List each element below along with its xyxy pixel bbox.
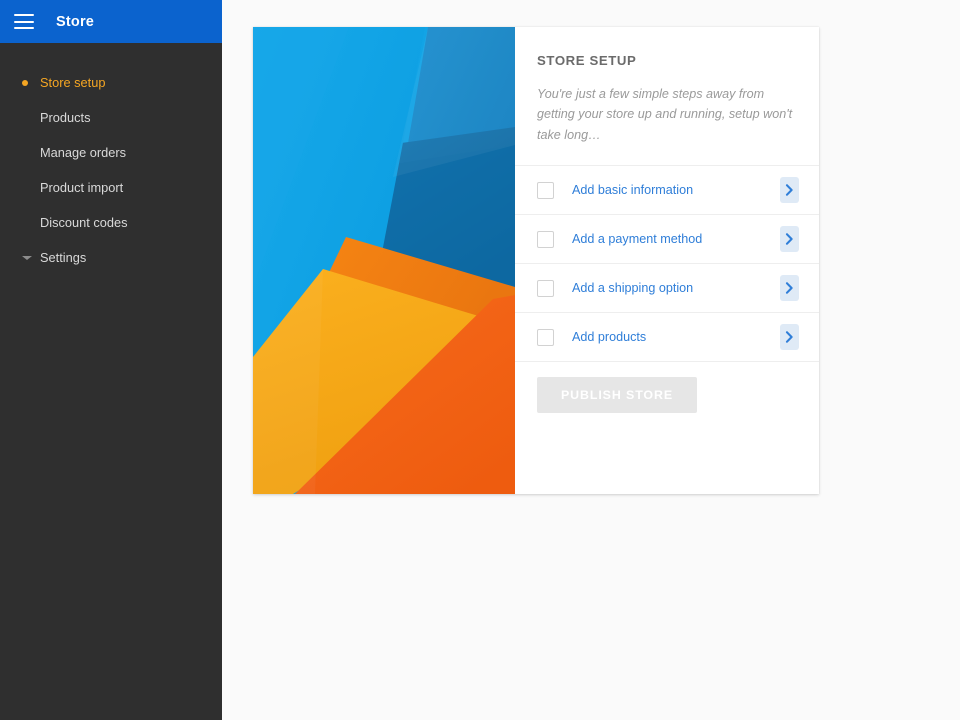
sidebar-item-manage-orders[interactable]: Manage orders <box>0 135 222 170</box>
caret-down-icon <box>22 255 40 260</box>
sidebar-item-discount-codes[interactable]: Discount codes <box>0 205 222 240</box>
card-header: STORE SETUP You're just a few simple ste… <box>515 27 819 167</box>
step-label: Add a payment method <box>572 232 703 247</box>
app-root: Store Store setup Products Manage orders… <box>0 0 960 720</box>
card-body: STORE SETUP You're just a few simple ste… <box>515 27 819 494</box>
abstract-geometry-illustration <box>253 27 515 494</box>
setup-steps-list: Add basic information Add a payment meth… <box>515 166 819 363</box>
app-title: Store <box>56 13 95 30</box>
step-checkbox[interactable] <box>537 328 554 346</box>
sidebar-item-settings[interactable]: Settings <box>0 240 222 275</box>
list-item[interactable]: Add a payment method <box>515 215 819 265</box>
sidebar-item-label: Product import <box>40 180 124 195</box>
main-content: STORE SETUP You're just a few simple ste… <box>222 0 960 720</box>
step-label: Add basic information <box>572 183 694 198</box>
step-checkbox[interactable] <box>537 279 554 297</box>
hero-artwork <box>253 27 515 494</box>
store-setup-card: STORE SETUP You're just a few simple ste… <box>253 27 819 494</box>
top-app-bar: Store <box>0 0 222 43</box>
chevron-right-icon[interactable] <box>780 177 799 204</box>
sidebar-item-product-import[interactable]: Product import <box>0 170 222 205</box>
sidebar: Store Store setup Products Manage orders… <box>0 0 222 720</box>
publish-store-button[interactable]: PUBLISH STORE <box>537 377 697 414</box>
sidebar-item-label: Discount codes <box>40 215 128 230</box>
chevron-right-icon[interactable] <box>780 226 799 253</box>
hamburger-menu-icon[interactable] <box>14 14 34 29</box>
sidebar-item-store-setup[interactable]: Store setup <box>0 65 222 100</box>
list-item[interactable]: Add a shipping option <box>515 264 819 314</box>
bullet-dot-icon <box>22 79 40 86</box>
sidebar-nav: Store setup Products Manage orders Produ… <box>0 43 222 275</box>
step-label: Add products <box>572 330 647 345</box>
step-checkbox[interactable] <box>537 230 554 248</box>
publish-action-area: PUBLISH STORE <box>515 362 819 414</box>
sidebar-item-label: Products <box>40 110 91 125</box>
sidebar-item-products[interactable]: Products <box>0 100 222 135</box>
chevron-right-icon[interactable] <box>780 324 799 351</box>
list-item[interactable]: Add products <box>515 313 819 363</box>
sidebar-item-label: Settings <box>40 250 87 265</box>
page-title: STORE SETUP <box>537 53 637 68</box>
card-subtitle: You're just a few simple steps away from… <box>537 87 793 142</box>
sidebar-item-label: Store setup <box>40 75 106 90</box>
step-label: Add a shipping option <box>572 281 694 296</box>
step-checkbox[interactable] <box>537 181 554 199</box>
list-item[interactable]: Add basic information <box>515 166 819 216</box>
chevron-right-icon[interactable] <box>780 275 799 302</box>
sidebar-item-label: Manage orders <box>40 145 127 160</box>
